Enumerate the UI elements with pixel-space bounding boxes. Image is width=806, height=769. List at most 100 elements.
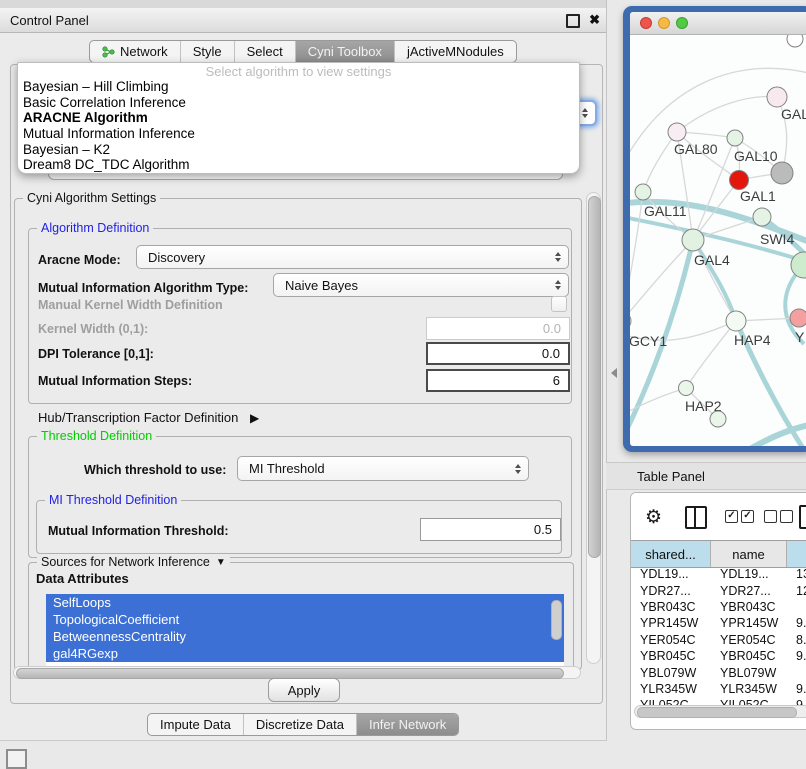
scrollbar-thumb[interactable] [588,196,601,558]
table-rows[interactable]: YDL19...YDL19...13YDR27...YDR27...12YBR0… [631,566,806,716]
combo-arrows-icon [515,464,521,474]
network-node[interactable] [710,411,726,427]
column-header-partial[interactable] [787,541,806,567]
network-node-gal80[interactable] [668,123,686,141]
tab-impute-data[interactable]: Impute Data [148,714,243,735]
network-node-hap4[interactable] [726,311,746,331]
attribute-item[interactable]: SelfLoops [46,594,564,611]
tab-infer-network[interactable]: Infer Network [356,714,458,735]
close-traffic-light-icon[interactable] [640,17,652,29]
network-node-gal1[interactable] [730,171,749,190]
tab-network[interactable]: Network [90,41,180,62]
network-edge[interactable] [643,132,677,192]
table-row[interactable]: YBR043CYBR043C [631,599,806,615]
network-edge[interactable] [630,192,643,321]
network-node-y[interactable] [790,309,806,327]
network-window-titlebar[interactable] [630,12,806,35]
deselect-checkbox-icon[interactable] [780,510,793,523]
zoom-traffic-light-icon[interactable] [676,17,688,29]
columns-icon[interactable] [685,506,707,529]
network-edge[interactable] [630,68,806,174]
attribute-item[interactable]: TopologicalCoefficient [46,611,564,628]
column-header-name[interactable]: name [711,541,787,567]
which-threshold-label: Which threshold to use: [84,463,226,477]
data-attributes-list[interactable]: SelfLoopsTopologicalCoefficientBetweenne… [46,594,564,666]
select-all-checkbox-icon[interactable]: ✓ [741,510,754,523]
table-row[interactable]: YPR145WYPR145W9. [631,615,806,631]
dpi-tolerance-input[interactable]: 0.0 [426,342,570,365]
network-node[interactable] [771,162,793,184]
table-row[interactable]: YLR345WYLR345W9. [631,681,806,697]
float-window-icon[interactable] [566,14,580,28]
mi-type-combobox[interactable]: Naive Bayes [273,273,569,297]
which-threshold-combobox[interactable]: MI Threshold [237,456,529,481]
mi-type-value: Naive Bayes [285,278,358,293]
network-node-gal4[interactable] [682,229,704,251]
network-canvas[interactable]: GALGAL80GAL10GAL1GAL11SWI4GAL4HAP4YGCY1H… [630,34,806,446]
manual-kernel-checkbox[interactable] [551,296,567,312]
apply-button[interactable]: Apply [268,678,340,702]
algorithm-dropdown-popup: Select algorithm to view settings Bayesi… [17,62,580,174]
mi-steps-input[interactable]: 6 [426,369,570,392]
attribute-item[interactable]: BetweennessCentrality [46,628,564,645]
gear-icon[interactable]: ⚙ [645,506,662,529]
mi-threshold-input[interactable]: 0.5 [420,518,561,541]
collapse-down-icon[interactable]: ▼ [216,557,226,568]
kernel-width-label: Kernel Width (0,1): [38,322,148,336]
network-node-gal10[interactable] [727,130,743,146]
tab-jactivemnodules[interactable]: jActiveMNodules [394,41,516,62]
tab-discretize-data[interactable]: Discretize Data [243,714,356,735]
algorithm-option[interactable]: Mutual Information Inference [18,126,579,142]
table-row[interactable]: YER054CYER054C8. [631,632,806,648]
column-header-shared-name[interactable]: shared... [631,541,711,567]
table-cell: YDR27... [711,584,787,598]
deselect-checkbox-icon[interactable] [764,510,777,523]
mi-threshold-label: Mutual Information Threshold: [48,524,229,538]
docked-panel-icon[interactable] [6,749,27,769]
control-panel-window: Control Panel ✖ Network Style Select Cyn… [0,0,607,741]
table-row[interactable]: YBR045CYBR045C9. [631,648,806,664]
table-cell: YPR145W [711,616,787,630]
network-node-gal11[interactable] [635,184,651,200]
tab-style[interactable]: Style [180,41,234,62]
aracne-mode-combobox[interactable]: Discovery [136,245,569,269]
algorithm-option[interactable]: Dream8 DC_TDC Algorithm [18,157,579,173]
tab-select[interactable]: Select [234,41,295,62]
algorithm-option[interactable]: Bayesian – K2 [18,142,579,158]
table-horizontal-scrollbar[interactable] [634,705,806,718]
network-edge[interactable] [677,97,777,132]
network-node-swi4[interactable] [753,208,771,226]
table-row[interactable]: YBL079WYBL079W [631,664,806,680]
network-node[interactable] [787,34,803,47]
hub-definition-expander[interactable]: Hub/Transcription Factor Definition ▶ [38,410,259,425]
table-cell: YBR045C [631,649,711,663]
table-panel-titlebar: Table Panel [606,462,806,490]
bottom-tabs: Impute Data Discretize Data Infer Networ… [147,713,459,736]
close-icon[interactable]: ✖ [589,12,600,28]
hub-definition-label: Hub/Transcription Factor Definition [38,410,238,425]
network-node-gal[interactable] [767,87,787,107]
settings-vertical-scrollbar[interactable] [586,192,601,664]
network-node-gcy1[interactable] [630,312,631,330]
algorithm-option[interactable]: ARACNE Algorithm [18,110,579,126]
minimize-traffic-light-icon[interactable] [658,17,670,29]
control-panel-titlebar: Control Panel ✖ [0,8,606,33]
split-pane-collapse-icon[interactable] [611,368,617,378]
table-row[interactable]: YDR27...YDR27...12 [631,582,806,598]
network-view-window[interactable]: GALGAL80GAL10GAL1GAL11SWI4GAL4HAP4YGCY1H… [630,12,806,446]
kernel-width-input[interactable]: 0.0 [426,317,570,340]
algorithm-option[interactable]: Bayesian – Hill Climbing [18,79,579,95]
tab-cyni-toolbox[interactable]: Cyni Toolbox [295,41,394,62]
table-row[interactable]: YDL19...YDL19...13 [631,566,806,582]
list-scrollbar-thumb[interactable] [551,600,562,640]
table-cell: YBR043C [631,600,711,614]
select-all-checkbox-icon[interactable]: ✓ [725,510,738,523]
aracne-mode-value: Discovery [148,250,205,265]
tab-discretize-data-label: Discretize Data [256,717,344,732]
attribute-item[interactable]: gal4RGexp [46,645,564,662]
network-node-hap2[interactable] [679,381,694,396]
algorithm-option[interactable]: Basic Correlation Inference [18,95,579,111]
mi-type-label: Mutual Information Algorithm Type: [38,281,248,295]
scrollbar-thumb[interactable] [637,707,797,718]
document-icon[interactable] [799,505,806,529]
